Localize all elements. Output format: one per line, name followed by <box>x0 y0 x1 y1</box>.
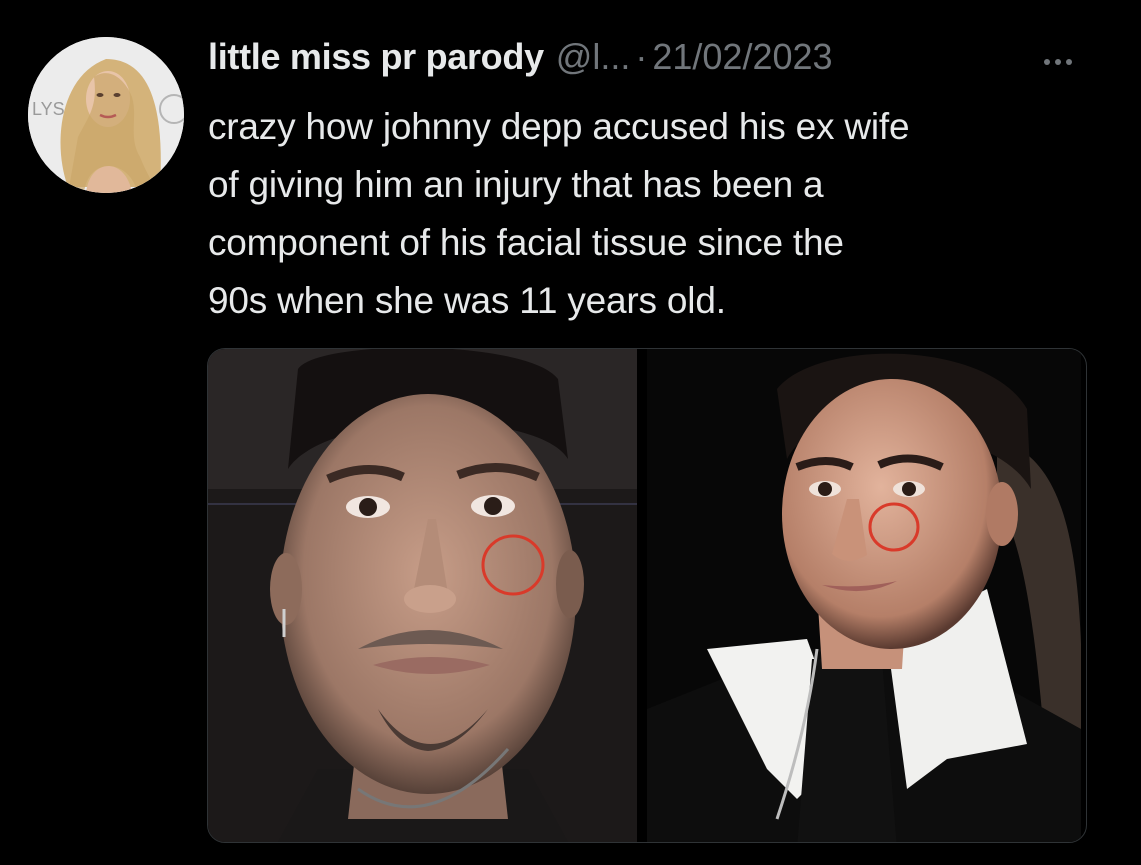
tweet-timestamp[interactable]: 21/02/2023 <box>652 36 832 78</box>
media-card[interactable] <box>207 348 1087 843</box>
more-options-button[interactable] <box>1030 48 1086 76</box>
author-display-name[interactable]: little miss pr parody <box>208 36 544 78</box>
more-dot-icon <box>1066 59 1072 65</box>
tweet-text-line: 90s when she was 11 years old. <box>208 280 726 321</box>
tweet-text-line: crazy how johnny depp accused his ex wif… <box>208 106 910 147</box>
more-dot-icon <box>1044 59 1050 65</box>
photo-divider <box>637 349 647 842</box>
profile-avatar-image: LYS AN <box>28 37 184 193</box>
media-photo-left[interactable] <box>208 349 638 842</box>
face-photo-1990s <box>647 349 1081 842</box>
tweet-text: crazy how johnny depp accused his ex wif… <box>208 98 1108 330</box>
author-handle[interactable]: @l... <box>556 36 631 78</box>
media-photo-right[interactable] <box>647 349 1086 842</box>
face-photo-recent <box>208 349 638 842</box>
header-separator: · <box>635 36 648 77</box>
avatar[interactable]: LYS AN <box>28 37 184 193</box>
tweet-header: little miss pr parody @l... · 21/02/2023 <box>208 36 1008 86</box>
more-dot-icon <box>1055 59 1061 65</box>
tweet-text-line: component of his facial tissue since the <box>208 222 844 263</box>
tweet-text-line: of giving him an injury that has been a <box>208 164 824 205</box>
